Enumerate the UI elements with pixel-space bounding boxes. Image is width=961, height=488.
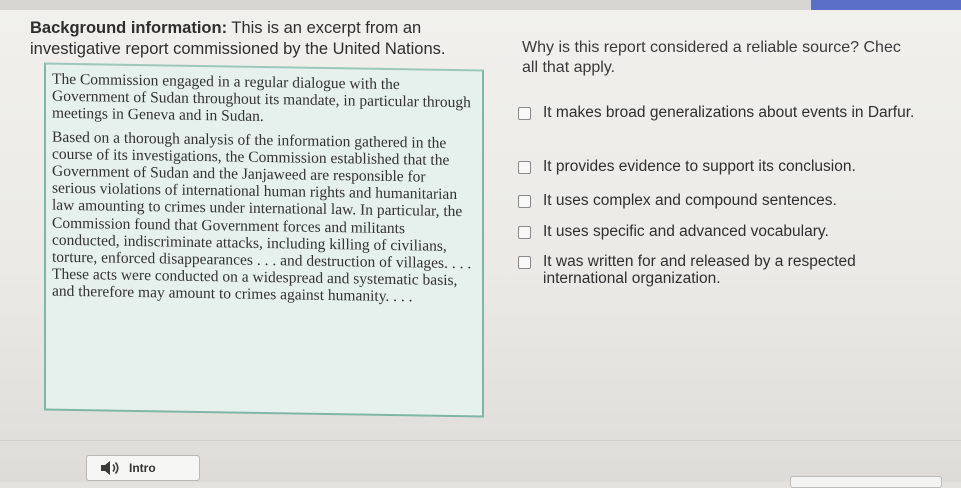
intro-label: Intro xyxy=(129,461,156,475)
option-advanced-vocabulary[interactable]: It uses specific and advanced vocabulary… xyxy=(518,223,928,240)
top-bar-accent xyxy=(811,0,961,10)
option-provides-evidence[interactable]: It provides evidence to support its conc… xyxy=(518,158,928,175)
excerpt-paragraph-1: The Commission engaged in a regular dial… xyxy=(52,70,471,126)
checkbox[interactable] xyxy=(518,161,531,174)
next-button[interactable] xyxy=(790,476,942,488)
speaker-icon xyxy=(101,461,119,475)
option-label: It makes broad generalizations about eve… xyxy=(543,104,915,121)
intro-button[interactable]: Intro xyxy=(86,455,200,481)
option-broad-generalizations[interactable]: It makes broad generalizations about eve… xyxy=(518,104,928,121)
option-complex-sentences[interactable]: It uses complex and compound sentences. xyxy=(518,192,928,209)
excerpt-paragraph-2: Based on a thorough analysis of the info… xyxy=(52,128,472,306)
divider xyxy=(0,440,961,441)
top-bar xyxy=(0,0,961,10)
option-label: It provides evidence to support its conc… xyxy=(543,158,856,175)
checkbox[interactable] xyxy=(518,226,531,239)
option-label: It uses complex and compound sentences. xyxy=(543,192,837,209)
screen: Background information: This is an excer… xyxy=(0,0,961,488)
checkbox[interactable] xyxy=(518,107,531,120)
question-prompt: Why is this report considered a reliable… xyxy=(522,39,901,76)
option-label: It uses specific and advanced vocabulary… xyxy=(543,223,829,240)
background-information: Background information: This is an excer… xyxy=(30,18,510,60)
background-label: Background information: xyxy=(30,19,228,37)
report-excerpt: The Commission engaged in a regular dial… xyxy=(44,62,484,418)
checkbox[interactable] xyxy=(518,256,531,269)
option-label: It was written for and released by a res… xyxy=(543,253,856,287)
option-respected-organization[interactable]: It was written for and released by a res… xyxy=(518,253,928,287)
checkbox[interactable] xyxy=(518,195,531,208)
